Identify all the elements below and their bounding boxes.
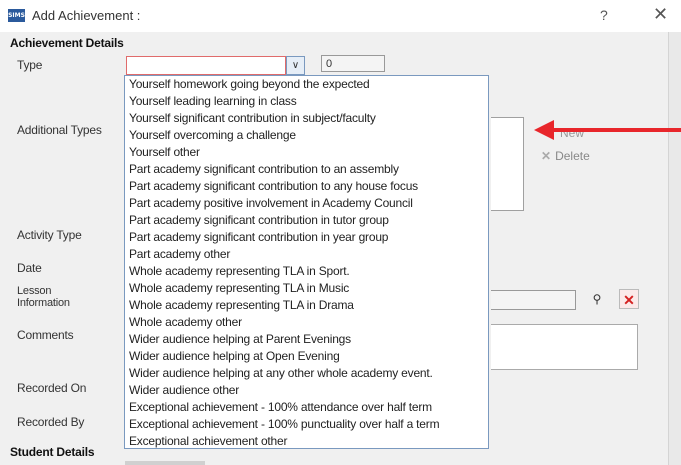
annotation-arrow-icon <box>534 120 554 140</box>
dropdown-option[interactable]: Part academy significant contribution in… <box>125 212 488 229</box>
delete-button[interactable]: ✕ Delete <box>541 149 590 163</box>
title-bar: SIMS Add Achievement : ? ✕ <box>0 0 681 32</box>
help-button[interactable]: ? <box>600 7 608 23</box>
dropdown-option[interactable]: Part academy significant contribution in… <box>125 229 488 246</box>
dropdown-option[interactable]: Part academy positive involvement in Aca… <box>125 195 488 212</box>
recorded-by-label: Recorded By <box>17 415 85 429</box>
dropdown-option[interactable]: Wider audience helping at any other whol… <box>125 365 488 382</box>
dropdown-option[interactable]: Yourself homework going beyond the expec… <box>125 76 488 93</box>
comments-field[interactable] <box>491 324 638 370</box>
student-details-field <box>125 461 205 465</box>
dropdown-option[interactable]: Wider audience helping at Open Evening <box>125 348 488 365</box>
type-combo[interactable] <box>126 56 286 75</box>
dropdown-option[interactable]: Whole academy representing TLA in Music <box>125 280 488 297</box>
chevron-down-icon: ∨ <box>291 60 300 71</box>
lesson-information-field[interactable] <box>491 290 576 310</box>
dropdown-option[interactable]: Yourself other <box>125 144 488 161</box>
red-x-icon: ✕ <box>623 292 635 308</box>
delete-button-label: Delete <box>555 149 590 163</box>
dropdown-option[interactable]: Exceptional achievement - 100% punctuali… <box>125 416 488 433</box>
additional-types-list[interactable] <box>491 117 524 211</box>
dropdown-option[interactable]: Exceptional achievement other <box>125 433 488 450</box>
dropdown-option[interactable]: Wider audience helping at Parent Evening… <box>125 331 488 348</box>
activity-type-label: Activity Type <box>17 228 82 242</box>
dropdown-option[interactable]: Part academy significant contribution to… <box>125 178 488 195</box>
window-title: Add Achievement : <box>32 8 141 23</box>
clear-lesson-button[interactable]: ✕ <box>619 289 639 309</box>
dropdown-option[interactable]: Wider audience other <box>125 382 488 399</box>
dropdown-option[interactable]: Exceptional achievement - 100% attendanc… <box>125 399 488 416</box>
dropdown-option[interactable]: Whole academy representing TLA in Drama <box>125 297 488 314</box>
dropdown-option[interactable]: Whole academy other <box>125 314 488 331</box>
dropdown-option[interactable]: Yourself overcoming a challenge <box>125 127 488 144</box>
recorded-on-label: Recorded On <box>17 381 87 395</box>
lesson-information-label: Lesson Information <box>17 285 70 309</box>
delete-icon: ✕ <box>541 149 552 163</box>
dropdown-option[interactable]: Part academy other <box>125 246 488 263</box>
type-label: Type <box>17 58 43 72</box>
dropdown-option[interactable]: Part academy significant contribution to… <box>125 161 488 178</box>
comments-label: Comments <box>17 328 74 342</box>
dropdown-option[interactable]: Whole academy representing TLA in Sport. <box>125 263 488 280</box>
close-button[interactable]: ✕ <box>653 4 668 25</box>
points-field[interactable]: 0 <box>321 55 385 72</box>
app-icon: SIMS <box>8 9 25 22</box>
student-details-header: Student Details <box>10 445 95 459</box>
annotation-arrow-line <box>552 128 681 132</box>
dropdown-option[interactable]: Yourself significant contribution in sub… <box>125 110 488 127</box>
search-lesson-button[interactable]: ⚲ <box>587 290 607 309</box>
type-dropdown-button[interactable]: ∨ <box>286 56 305 75</box>
date-label: Date <box>17 261 42 275</box>
binoculars-icon: ⚲ <box>592 292 602 306</box>
additional-types-label: Additional Types <box>17 123 102 137</box>
achievement-details-header: Achievement Details <box>10 36 124 50</box>
type-dropdown-list[interactable]: Yourself homework going beyond the expec… <box>124 75 489 449</box>
vertical-scrollbar[interactable] <box>668 32 681 465</box>
dropdown-option[interactable]: Yourself leading learning in class <box>125 93 488 110</box>
